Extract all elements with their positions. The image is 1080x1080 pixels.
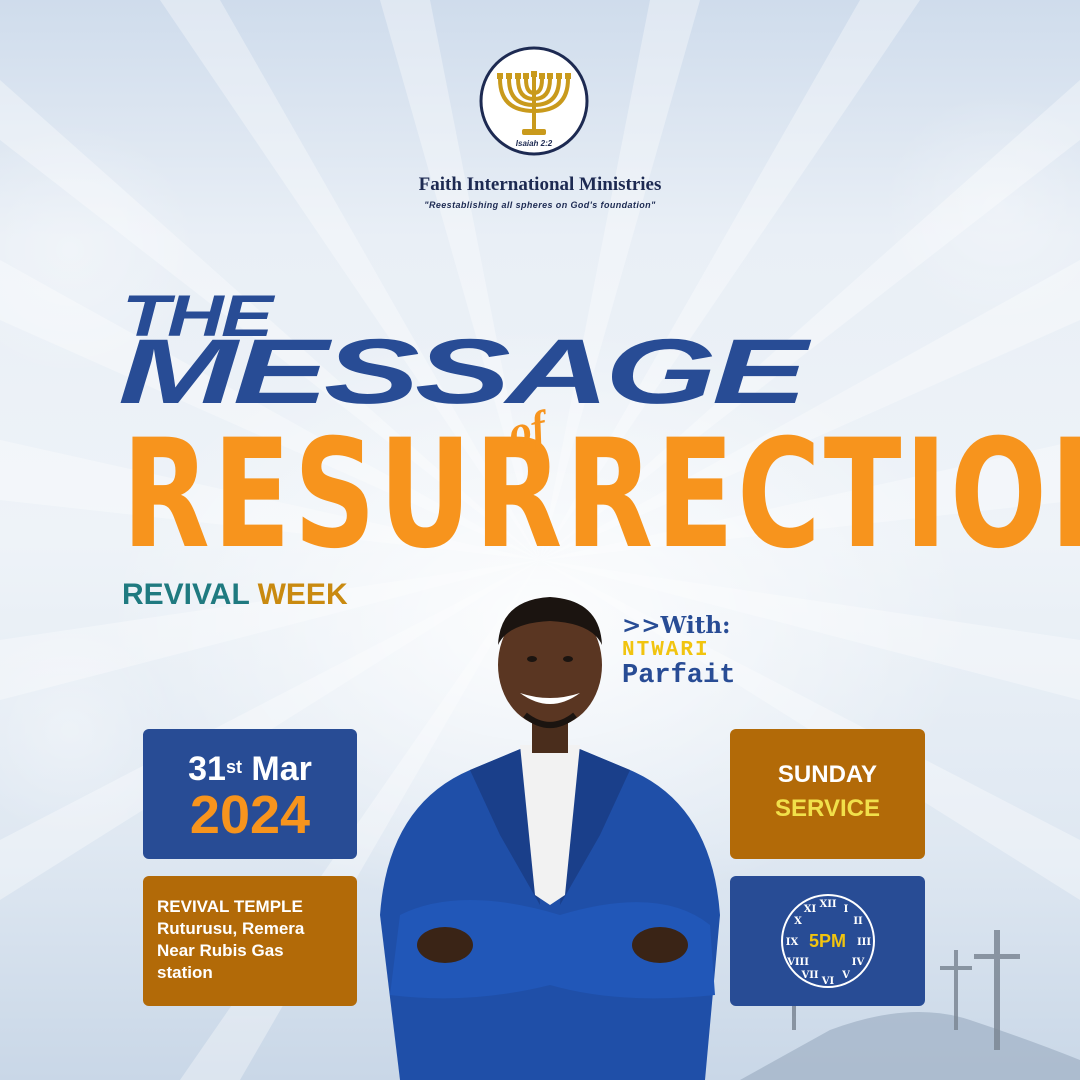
event-day-suffix: st (225, 757, 242, 777)
event-year: 2024 (189, 785, 311, 845)
headline-message: MESSAGE (118, 321, 808, 423)
service-box: SUNDAY SERVICE (730, 729, 925, 859)
event-time: 5PM (808, 931, 846, 951)
event-date: 31st Mar (143, 751, 357, 787)
venue-line: Near Rubis Gas (157, 941, 284, 960)
venue-line: Ruturusu, Remera (157, 919, 305, 938)
venue-line: REVIVAL TEMPLE (157, 897, 303, 916)
svg-text:II: II (853, 916, 863, 927)
subtitle-revival-week: REVIVAL WEEK (122, 578, 348, 612)
organization-name: Faith International Ministries (418, 174, 662, 195)
time-box: XII I II III IV V VI VII VIII IX X XI 5PM (730, 876, 925, 1006)
venue-line: station (157, 963, 213, 982)
venue-box: REVIVAL TEMPLE Ruturusu, Remera Near Rub… (143, 876, 357, 1006)
venue-address: REVIVAL TEMPLE Ruturusu, Remera Near Rub… (157, 896, 353, 984)
service-label: SERVICE (775, 795, 880, 822)
svg-text:IV: IV (852, 957, 865, 968)
svg-text:X: X (794, 916, 802, 927)
organization-tagline: "Reestablishing all spheres on God's fou… (424, 200, 656, 210)
svg-text:I: I (844, 904, 849, 915)
svg-text:VII: VII (800, 970, 818, 981)
event-day: 31 (188, 750, 226, 788)
headline-resurrection: RESURRECTION (122, 408, 1080, 582)
svg-text:VI: VI (821, 976, 835, 987)
svg-text:XI: XI (804, 904, 817, 915)
date-box: 31st Mar 2024 (143, 729, 357, 859)
svg-text:XII: XII (819, 899, 836, 910)
svg-text:VIII: VIII (786, 957, 809, 968)
svg-text:V: V (841, 970, 850, 981)
speaker-photo (380, 597, 720, 1080)
menorah-icon: Isaiah 2:2 (479, 46, 589, 156)
event-poster: Isaiah 2:2 Faith International Ministrie… (0, 0, 1080, 1080)
service-day: SUNDAY (777, 761, 878, 788)
event-month: Mar (251, 750, 312, 788)
subtitle-revival: REVIVAL (122, 578, 250, 611)
logo-caption: Isaiah 2:2 (516, 139, 553, 148)
subtitle-week: WEEK (257, 578, 348, 611)
